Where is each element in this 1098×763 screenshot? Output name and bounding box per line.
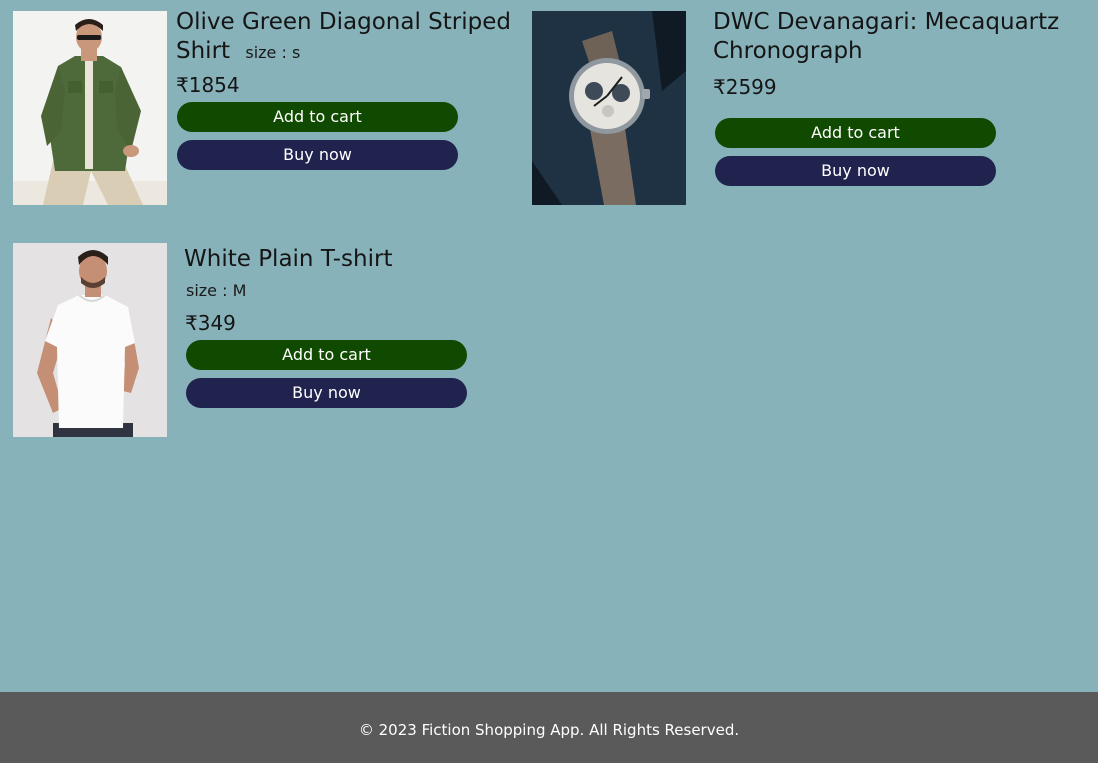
product-price: ₹349 — [185, 311, 236, 335]
product-image-tshirt[interactable] — [13, 243, 167, 437]
product-price: ₹1854 — [176, 73, 240, 97]
buy-now-button[interactable]: Buy now — [715, 156, 996, 186]
buy-now-button[interactable]: Buy now — [177, 140, 458, 170]
product-price: ₹2599 — [713, 75, 777, 99]
product-image-shirt[interactable] — [13, 11, 167, 205]
buy-now-button[interactable]: Buy now — [186, 378, 467, 408]
add-to-cart-button[interactable]: Add to cart — [715, 118, 996, 148]
page-footer: © 2023 Fiction Shopping App. All Rights … — [0, 692, 1098, 763]
product-image-watch[interactable] — [532, 11, 686, 205]
copyright-text: © 2023 Fiction Shopping App. All Rights … — [358, 721, 740, 739]
watch-photo — [532, 11, 686, 205]
product-title[interactable]: Olive Green Diagonal Striped Shirt size … — [176, 8, 511, 67]
tshirt-model-photo — [13, 243, 167, 437]
product-title[interactable]: DWC Devanagari: Mecaquartz Chronograph — [713, 8, 1083, 66]
size-label: size : s — [245, 43, 301, 62]
shirt-model-photo — [13, 11, 167, 205]
add-to-cart-button[interactable]: Add to cart — [186, 340, 467, 370]
size-label: size : M — [186, 281, 247, 300]
product-title-text[interactable]: Olive Green Diagonal Striped Shirt — [176, 9, 511, 64]
add-to-cart-button[interactable]: Add to cart — [177, 102, 458, 132]
product-card-tshirt: White Plain T-shirt size : M ₹349 Add to… — [0, 232, 520, 452]
product-title[interactable]: White Plain T-shirt — [184, 245, 504, 274]
product-card-watch: DWC Devanagari: Mecaquartz Chronograph ₹… — [520, 0, 1098, 220]
product-card-shirt: Olive Green Diagonal Striped Shirt size … — [0, 0, 520, 220]
